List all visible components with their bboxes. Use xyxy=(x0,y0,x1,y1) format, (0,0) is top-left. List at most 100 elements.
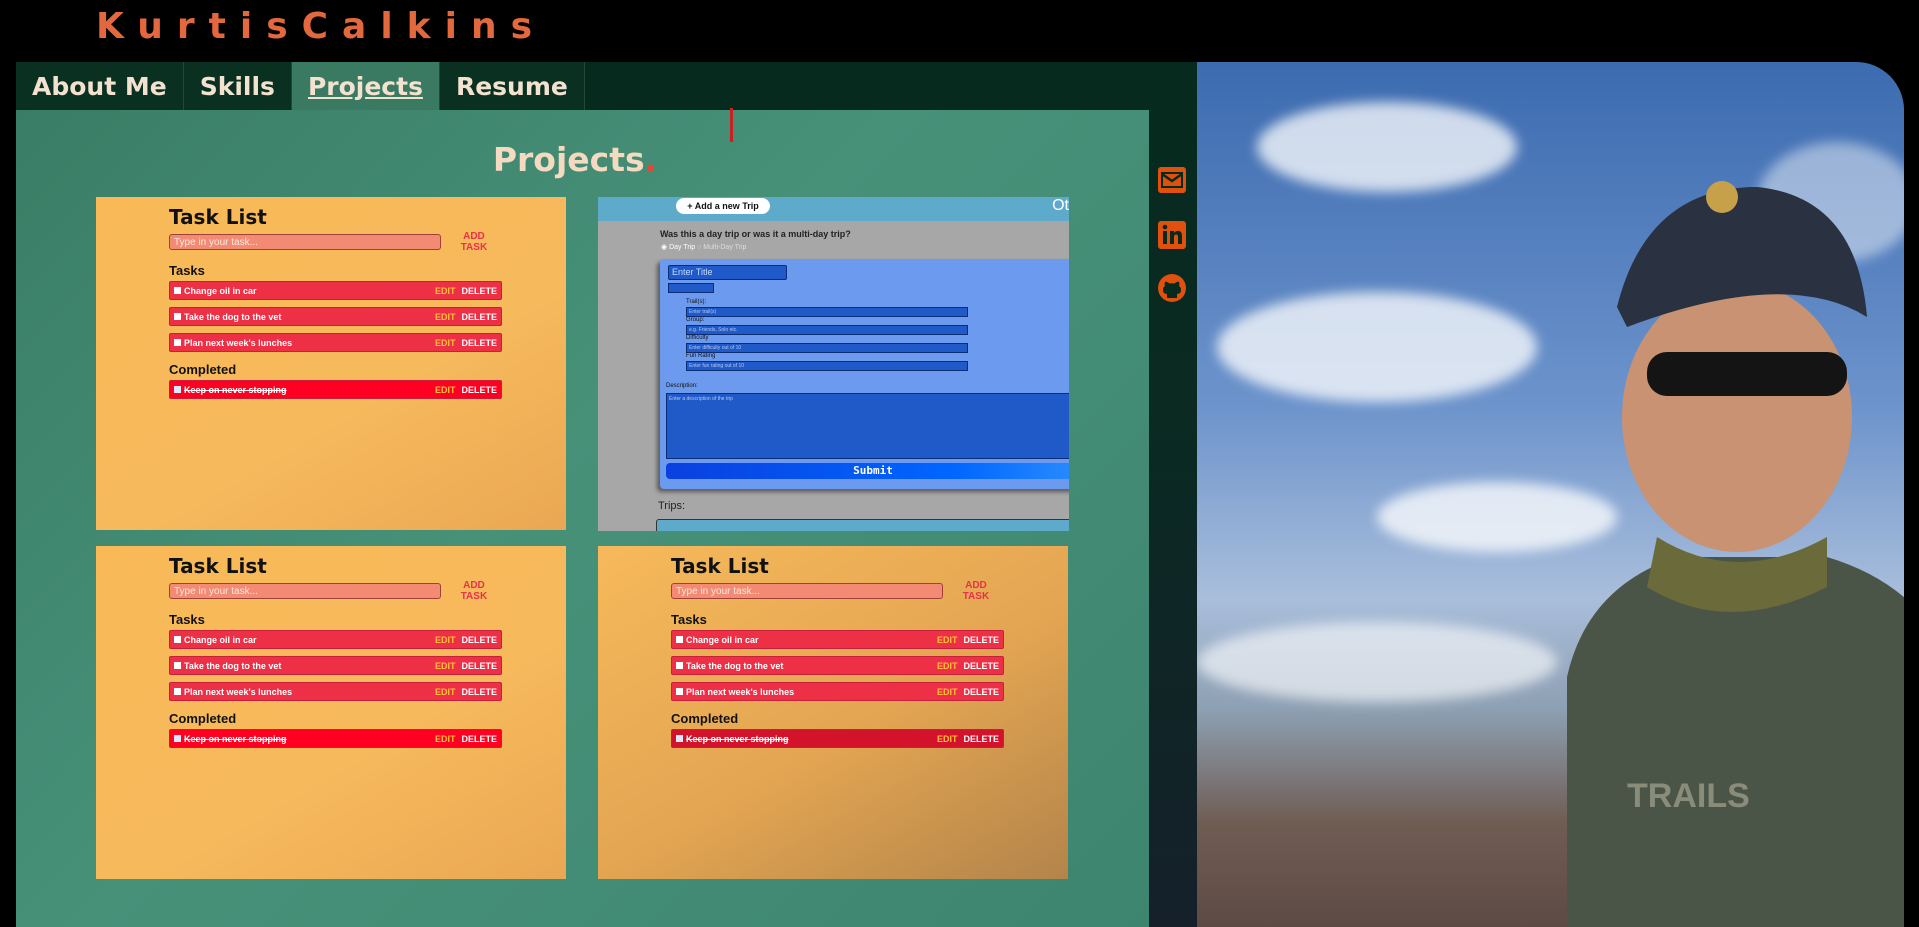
edit-button[interactable]: EDIT xyxy=(435,312,456,322)
fun-rating-input[interactable]: Enter fun rating out of 10 xyxy=(686,361,968,371)
radio-day-trip[interactable]: ◉ Day Trip xyxy=(661,244,695,251)
difficulty-input[interactable]: Enter difficulty out of 10 xyxy=(686,343,968,353)
edit-button[interactable]: EDIT xyxy=(435,286,456,296)
checkbox-checked[interactable] xyxy=(174,735,181,742)
edit-button[interactable]: EDIT xyxy=(435,635,456,645)
delete-button[interactable]: DELETE xyxy=(963,661,999,671)
page-title-dot: . xyxy=(644,140,658,179)
svg-text:TRAILS: TRAILS xyxy=(1627,777,1750,815)
completed-heading: Completed xyxy=(169,362,237,377)
edit-button[interactable]: EDIT xyxy=(937,635,958,645)
trips-list xyxy=(656,519,1069,531)
delete-button[interactable]: DELETE xyxy=(461,338,497,348)
task-item[interactable]: Change oil in car EDIT DELETE xyxy=(169,281,502,300)
task-input[interactable] xyxy=(169,583,441,599)
edit-button[interactable]: EDIT xyxy=(435,734,456,744)
task-item[interactable]: Take the dog to the vet EDIT DELETE xyxy=(671,656,1004,675)
person-silhouette: TRAILS xyxy=(1567,181,1904,927)
checkbox[interactable] xyxy=(174,688,181,695)
project-card-task-list-2[interactable]: Task List ADD TASK Tasks Change oil in c… xyxy=(96,546,566,879)
task-item[interactable]: Plan next week's lunches EDIT DELETE xyxy=(169,682,502,701)
checkbox[interactable] xyxy=(174,662,181,669)
task-item[interactable]: Take the dog to the vet EDIT DELETE xyxy=(169,656,502,675)
title-input[interactable]: Enter Title xyxy=(668,265,787,280)
completed-item[interactable]: Keep on never stopping EDIT DELETE xyxy=(671,729,1004,748)
project-card-task-list-3[interactable]: Task List ADD TASK Tasks Change oil in c… xyxy=(598,546,1068,879)
description-textarea[interactable]: Enter a description of the trip xyxy=(666,393,1069,459)
field-label: Group: xyxy=(686,317,705,323)
task-text: Take the dog to the vet xyxy=(686,660,784,671)
main-nav: About Me Skills Projects Resume xyxy=(16,62,585,110)
mail-icon[interactable] xyxy=(1157,165,1187,195)
edit-button[interactable]: EDIT xyxy=(435,385,456,395)
tab-resume[interactable]: Resume xyxy=(439,62,585,110)
task-text: Take the dog to the vet xyxy=(184,660,282,671)
checkbox[interactable] xyxy=(174,636,181,643)
edit-button[interactable]: EDIT xyxy=(937,734,958,744)
delete-button[interactable]: DELETE xyxy=(963,687,999,697)
edit-button[interactable]: EDIT xyxy=(435,338,456,348)
task-text: Take the dog to the vet xyxy=(184,311,282,322)
field-label: Trail(s): xyxy=(686,299,707,305)
completed-item[interactable]: Keep on never stopping EDIT DELETE xyxy=(169,729,502,748)
checkbox[interactable] xyxy=(174,287,181,294)
completed-heading: Completed xyxy=(671,711,739,726)
task-text: Change oil in car xyxy=(686,634,759,645)
task-list-title: Task List xyxy=(169,554,267,578)
date-select[interactable] xyxy=(668,283,714,293)
add-trip-button[interactable]: + Add a new Trip xyxy=(676,198,770,214)
tab-skills[interactable]: Skills xyxy=(183,62,292,110)
completed-item[interactable]: Keep on never stopping EDIT DELETE xyxy=(169,380,502,399)
edit-button[interactable]: EDIT xyxy=(937,687,958,697)
task-item[interactable]: Change oil in car EDIT DELETE xyxy=(169,630,502,649)
delete-button[interactable]: DELETE xyxy=(963,635,999,645)
add-task-button[interactable]: ADD TASK xyxy=(951,580,1001,602)
trip-type-question: Was this a day trip or was it a multi-da… xyxy=(660,229,851,239)
checkbox-checked[interactable] xyxy=(174,386,181,393)
delete-button[interactable]: DELETE xyxy=(461,286,497,296)
edit-button[interactable]: EDIT xyxy=(937,661,958,671)
delete-button[interactable]: DELETE xyxy=(461,734,497,744)
delete-button[interactable]: DELETE xyxy=(461,635,497,645)
task-item[interactable]: Take the dog to the vet EDIT DELETE xyxy=(169,307,502,326)
checkbox[interactable] xyxy=(676,688,683,695)
task-text: Change oil in car xyxy=(184,634,257,645)
submit-button[interactable]: Submit xyxy=(666,463,1069,479)
task-item[interactable]: Plan next week's lunches EDIT DELETE xyxy=(671,682,1004,701)
github-icon[interactable] xyxy=(1157,273,1187,303)
task-input[interactable] xyxy=(671,583,943,599)
checkbox-checked[interactable] xyxy=(676,735,683,742)
checkbox[interactable] xyxy=(676,636,683,643)
page-title-text: Projects xyxy=(492,140,645,179)
project-card-trip-logger[interactable]: + Add a new Trip Ot Was this a day trip … xyxy=(598,197,1069,531)
task-text: Plan next week's lunches xyxy=(184,337,293,348)
tab-about-me[interactable]: About Me xyxy=(16,62,184,110)
delete-button[interactable]: DELETE xyxy=(461,661,497,671)
checkbox[interactable] xyxy=(676,662,683,669)
edit-button[interactable]: EDIT xyxy=(435,687,456,697)
description-label: Description: xyxy=(666,383,698,389)
group-input[interactable]: e.g. Friends, Solo etc. xyxy=(686,325,968,335)
task-input[interactable] xyxy=(169,234,441,250)
task-list-title: Task List xyxy=(169,205,267,229)
field-label: Fun Rating xyxy=(686,353,716,359)
delete-button[interactable]: DELETE xyxy=(461,687,497,697)
checkbox[interactable] xyxy=(174,313,181,320)
delete-button[interactable]: DELETE xyxy=(461,385,497,395)
delete-button[interactable]: DELETE xyxy=(461,312,497,322)
tab-projects[interactable]: Projects xyxy=(291,62,440,110)
task-text: Keep on never stopping xyxy=(184,384,287,395)
radio-multi-day[interactable]: ○ Multi-Day Trip xyxy=(697,244,746,251)
checkbox[interactable] xyxy=(174,339,181,346)
task-item[interactable]: Plan next week's lunches EDIT DELETE xyxy=(169,333,502,352)
task-item[interactable]: Change oil in car EDIT DELETE xyxy=(671,630,1004,649)
add-task-button[interactable]: ADD TASK xyxy=(449,580,499,602)
linkedin-icon[interactable] xyxy=(1157,220,1187,250)
task-text: Plan next week's lunches xyxy=(184,686,293,697)
delete-button[interactable]: DELETE xyxy=(963,734,999,744)
radio-day-label: Day Trip xyxy=(669,244,696,251)
add-task-button[interactable]: ADD TASK xyxy=(449,231,499,253)
trails-input[interactable]: Enter trail(s) xyxy=(686,307,968,317)
edit-button[interactable]: EDIT xyxy=(435,661,456,671)
project-card-task-list-1[interactable]: Task List ADD TASK Tasks Change oil in c… xyxy=(96,197,566,530)
